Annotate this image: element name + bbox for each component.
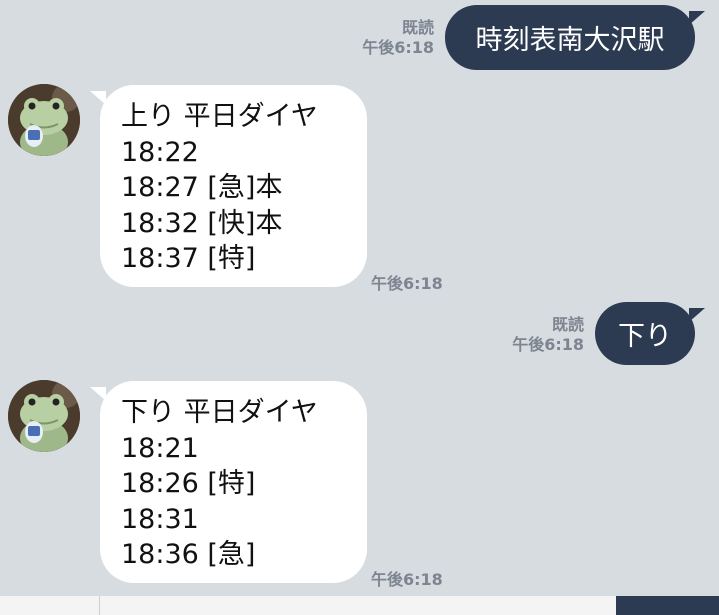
frog-figure-avatar-icon [8,84,80,156]
message-line: 18:26 [特] [121,468,256,499]
message-line: 18:36 [急] [121,539,256,570]
message-input-bar [0,596,719,615]
message-line: 18:21 [121,432,199,464]
message-time: 午後6:18 [512,335,584,354]
message-line: 18:31 [121,503,199,535]
divider [99,596,100,615]
message-line: 18:37 [特] [121,243,256,274]
outgoing-message-text: 時刻表南大沢駅 [475,25,665,56]
avatar[interactable] [8,84,80,156]
chat-area[interactable]: 既読 午後6:18 時刻表南大沢駅 上り 平日ダイヤ 18:22 18:27 [… [0,0,719,596]
message-line: 18:22 [121,136,199,168]
frog-figure-avatar-icon [8,380,80,452]
outgoing-message-bubble[interactable]: 時刻表南大沢駅 [445,5,705,70]
outgoing-message-bubble[interactable]: 下り [595,302,705,365]
avatar[interactable] [8,380,80,452]
read-receipt: 既読 [551,315,584,334]
message-time: 午後6:18 [371,274,443,293]
message-meta: 既読 午後6:18 [362,18,434,58]
send-button[interactable] [616,596,719,615]
message-line: 下り 平日ダイヤ [121,397,318,428]
message-line: 上り 平日ダイヤ [121,101,318,132]
message-time: 午後6:18 [362,38,434,57]
message-line: 18:32 [快]本 [121,207,283,239]
outgoing-message-text: 下り [618,321,672,352]
message-line: 18:27 [急]本 [121,172,283,203]
read-receipt: 既読 [401,18,434,37]
incoming-message-bubble[interactable]: 下り 平日ダイヤ 18:21 18:26 [特] 18:31 18:36 [急] [90,381,367,583]
message-time: 午後6:18 [371,570,443,589]
message-meta: 既読 午後6:18 [512,315,584,355]
incoming-message-bubble[interactable]: 上り 平日ダイヤ 18:22 18:27 [急]本 18:32 [快]本 18:… [90,85,367,287]
